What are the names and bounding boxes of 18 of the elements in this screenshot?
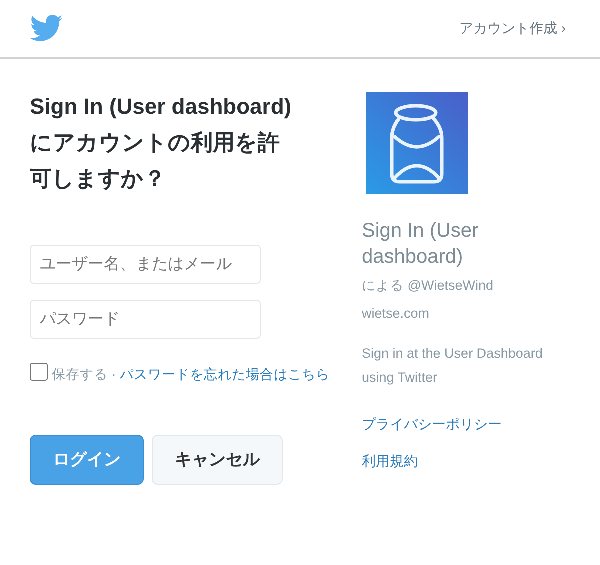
app-author: による @WietseWind	[362, 277, 494, 295]
app-website: wietse.com	[362, 305, 431, 323]
app-name: Sign In (User dashboard)	[362, 219, 480, 270]
privacy-policy-link[interactable]: プライバシーポリシー	[362, 414, 502, 435]
app-description: Sign in at the User Dashboard using Twitter	[362, 345, 544, 387]
username-field[interactable]: ユーザー名、またはメール	[30, 245, 261, 284]
password-field[interactable]: パスワード	[30, 300, 261, 339]
cancel-button[interactable]: キャンセル	[152, 435, 283, 485]
login-button[interactable]: ログイン	[30, 435, 144, 485]
app-jar-icon	[366, 92, 468, 194]
bird-logo-icon[interactable]	[30, 15, 63, 42]
separator: ·	[112, 367, 116, 382]
remember-checkbox[interactable]	[30, 363, 48, 381]
remember-label[interactable]: 保存する	[52, 367, 108, 382]
signup-link[interactable]: アカウント作成 ›	[459, 18, 566, 39]
forgot-password-link[interactable]: パスワードを忘れた場合はこちら	[120, 367, 330, 382]
page-heading: Sign In (User dashboard)にアカウントの利用を許可しますか？	[30, 93, 292, 193]
terms-link[interactable]: 利用規約	[362, 451, 418, 472]
